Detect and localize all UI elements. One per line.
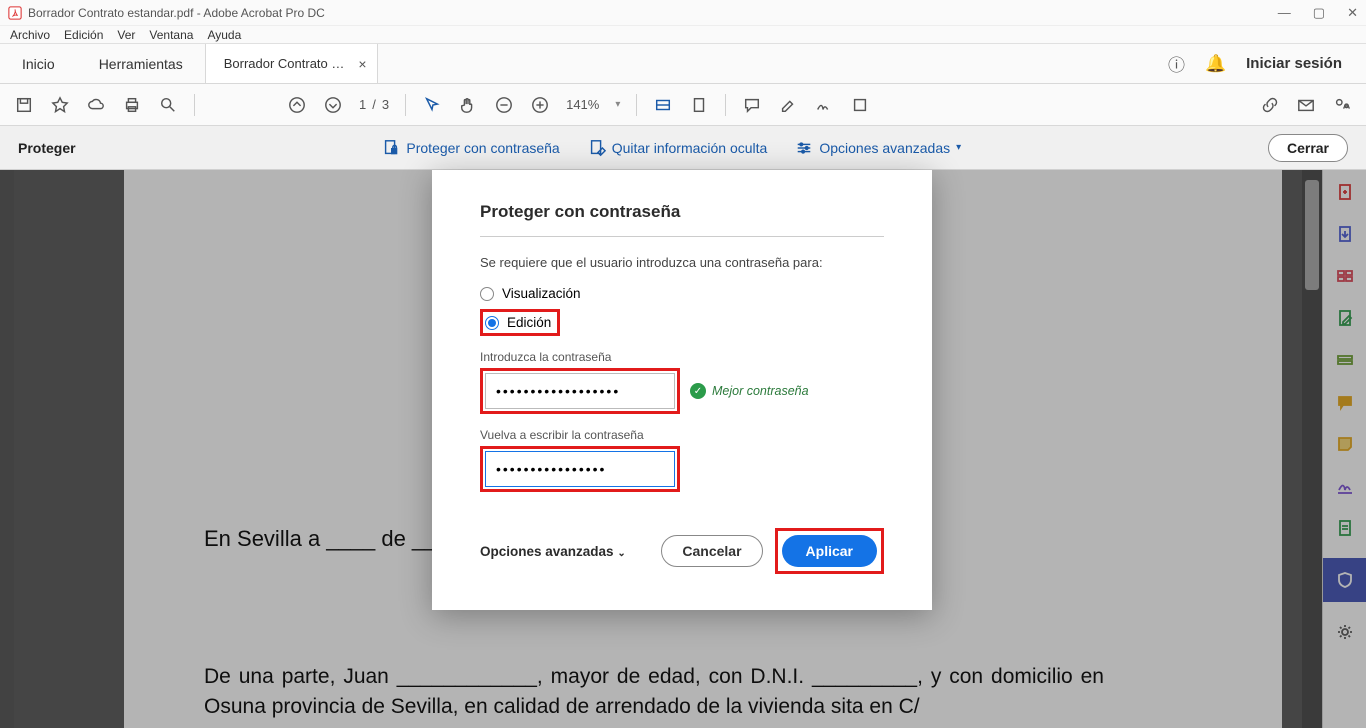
menu-archivo[interactable]: Archivo [10, 28, 50, 42]
mail-icon[interactable] [1296, 95, 1316, 115]
acrobat-icon [8, 6, 22, 20]
bell-icon[interactable]: 🔔 [1205, 54, 1226, 74]
star-icon[interactable] [50, 95, 70, 115]
menu-ver[interactable]: Ver [117, 28, 135, 42]
pointer-icon[interactable] [422, 95, 442, 115]
apply-button[interactable]: Aplicar [782, 535, 877, 567]
protect-toolbar: Proteger Proteger con contraseña Quitar … [0, 126, 1366, 170]
label-password-repeat: Vuelva a escribir la contraseña [480, 428, 884, 442]
protect-password-button[interactable]: Proteger con contraseña [382, 139, 559, 157]
label-password: Introduzca la contraseña [480, 350, 884, 364]
dialog-advanced-options[interactable]: Opciones avanzadas ⌄ [480, 544, 626, 559]
fit-width-icon[interactable] [653, 95, 673, 115]
menu-edicion[interactable]: Edición [64, 28, 103, 42]
tab-inicio[interactable]: Inicio [0, 44, 77, 83]
sign-icon[interactable] [814, 95, 834, 115]
fit-page-icon[interactable] [689, 95, 709, 115]
tabs-row: Inicio Herramientas Borrador Contrato … … [0, 44, 1366, 84]
menu-ayuda[interactable]: Ayuda [207, 28, 241, 42]
tab-document-label: Borrador Contrato … [224, 56, 345, 71]
page-indicator: 1 / 3 [359, 97, 389, 112]
password-input[interactable] [485, 373, 675, 409]
sliders-icon [795, 139, 813, 157]
radio-icon [480, 287, 494, 301]
hand-icon[interactable] [458, 95, 478, 115]
chevron-down-icon: ⌄ [617, 548, 625, 559]
radio-visualizacion[interactable]: Visualización [480, 286, 884, 301]
maximize-button[interactable]: ▢ [1313, 5, 1325, 21]
password-repeat-input[interactable] [485, 451, 675, 487]
dialog-title: Proteger con contraseña [480, 202, 884, 237]
search-icon[interactable] [158, 95, 178, 115]
help-icon[interactable]: ⓘ [1168, 51, 1185, 76]
chevron-down-icon: ▾ [956, 142, 961, 153]
signin-button[interactable]: Iniciar sesión [1246, 55, 1342, 72]
protect-title: Proteger [18, 140, 76, 156]
eraser-page-icon [588, 139, 606, 157]
tab-document[interactable]: Borrador Contrato … × [205, 44, 378, 83]
save-icon[interactable] [14, 95, 34, 115]
titlebar: Borrador Contrato estandar.pdf - Adobe A… [0, 0, 1366, 26]
page-current: 1 [359, 97, 366, 112]
zoom-in-icon[interactable] [530, 95, 550, 115]
page-total: 3 [382, 97, 389, 112]
zoom-out-icon[interactable] [494, 95, 514, 115]
tab-herramientas[interactable]: Herramientas [77, 44, 205, 83]
window-title: Borrador Contrato estandar.pdf - Adobe A… [28, 6, 1278, 20]
check-icon: ✓ [690, 383, 706, 399]
main-toolbar: 1 / 3 141% ▾ [0, 84, 1366, 126]
lock-page-icon [382, 139, 400, 157]
cancel-button[interactable]: Cancelar [661, 535, 762, 567]
password-protect-dialog: Proteger con contraseña Se requiere que … [432, 170, 932, 610]
cloud-icon[interactable] [86, 95, 106, 115]
zoom-level[interactable]: 141% [566, 97, 599, 112]
menu-ventana[interactable]: Ventana [149, 28, 193, 42]
share-icon[interactable] [1332, 95, 1352, 115]
advanced-options-button[interactable]: Opciones avanzadas ▾ [795, 139, 961, 157]
highlight-icon[interactable] [778, 95, 798, 115]
dialog-subtitle: Se requiere que el usuario introduzca un… [480, 255, 884, 270]
radio-edicion[interactable]: Edición [480, 309, 560, 336]
link-icon[interactable] [1260, 95, 1280, 115]
page-up-icon[interactable] [287, 95, 307, 115]
protect-close-button[interactable]: Cerrar [1268, 134, 1348, 162]
comment-icon[interactable] [742, 95, 762, 115]
zoom-dropdown-icon[interactable]: ▾ [615, 99, 620, 110]
password-strength: ✓ Mejor contraseña [690, 383, 809, 399]
tab-close-icon[interactable]: × [358, 56, 366, 72]
print-icon[interactable] [122, 95, 142, 115]
remove-hidden-info-button[interactable]: Quitar información oculta [588, 139, 768, 157]
minimize-button[interactable]: — [1278, 5, 1291, 21]
radio-icon-selected [485, 316, 499, 330]
close-window-button[interactable]: ✕ [1347, 5, 1358, 21]
stamp-icon[interactable] [850, 95, 870, 115]
menubar: Archivo Edición Ver Ventana Ayuda [0, 26, 1366, 44]
page-down-icon[interactable] [323, 95, 343, 115]
